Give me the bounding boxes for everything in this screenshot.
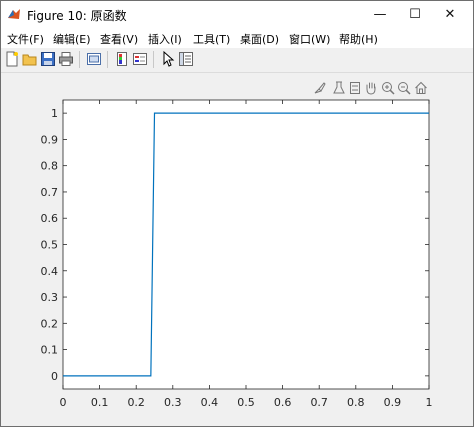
x-tick-label: 0.2 [127,396,145,409]
y-tick-label: 1 [51,107,58,120]
y-tick-label: 0.8 [41,160,59,173]
toolbar-separator [153,51,154,68]
colorbar-icon[interactable] [114,51,130,67]
link-plot-icon[interactable] [86,51,102,67]
legend-icon[interactable] [132,51,148,67]
y-tick-label: 0.3 [41,291,59,304]
x-tick-label: 0.5 [237,396,255,409]
toolbar-separator [107,51,108,68]
y-tick-label: 0.7 [41,186,59,199]
figure-canvas: 0 0.1 0.2 0.3 0.4 0.5 0.6 0.7 0.8 0.9 1 0 0.1 0.2 0.3 0… [1,73,473,426]
x-tick-label: 0.3 [164,396,182,409]
toolbar-separator [79,51,80,68]
y-tick-label: 0.9 [41,133,59,146]
menu-desktop[interactable]: 桌面(D) [240,31,279,47]
figure-window: Figure 10: 原函数 — ☐ ✕ 文件(F) 编辑(E) 查看(V) 插… [0,0,474,427]
menu-bar: 文件(F) 编辑(E) 查看(V) 插入(I) 工具(T) 桌面(D) 窗口(W… [1,28,473,48]
x-tick-label: 1 [426,396,433,409]
x-tick-label: 0.1 [91,396,109,409]
y-tick-label: 0.2 [41,317,59,330]
save-icon[interactable] [40,51,56,67]
menu-window[interactable]: 窗口(W) [289,31,330,47]
y-tick-label: 0.5 [41,239,59,252]
x-tick-label: 0 [60,396,67,409]
x-tick-label: 0.4 [201,396,219,409]
close-button[interactable]: ✕ [427,1,473,28]
axes-background [62,99,430,390]
matlab-icon [8,9,20,19]
menu-help[interactable]: 帮助(H) [339,31,378,47]
title-bar[interactable]: Figure 10: 原函数 — ☐ ✕ [1,1,473,28]
menu-insert[interactable]: 插入(I) [148,31,182,47]
x-tick-label: 0.9 [384,396,402,409]
print-icon[interactable] [58,51,74,67]
new-figure-icon[interactable] [4,51,20,67]
x-tick-label: 0.6 [274,396,292,409]
figure-toolbar [1,48,473,73]
menu-edit[interactable]: 编辑(E) [53,31,91,47]
y-tick-label: 0.6 [41,212,59,225]
property-inspector-icon[interactable] [178,51,194,67]
edit-plot-icon[interactable] [160,51,176,67]
x-tick-label: 0.7 [310,396,328,409]
open-icon[interactable] [22,51,38,67]
menu-file[interactable]: 文件(F) [7,31,44,47]
menu-view[interactable]: 查看(V) [100,31,138,47]
window-title: Figure 10: 原函数 [27,9,127,23]
y-tick-label: 0.4 [41,265,59,278]
menu-tools[interactable]: 工具(T) [193,31,230,47]
y-tick-label: 0 [51,370,58,383]
y-tick-label: 0.1 [41,344,59,357]
x-tick-label: 0.8 [347,396,365,409]
plot-area[interactable]: 0 0.1 0.2 0.3 0.4 0.5 0.6 0.7 0.8 0.9 1 0 0.1 0.2 0.3 0… [1,73,473,426]
